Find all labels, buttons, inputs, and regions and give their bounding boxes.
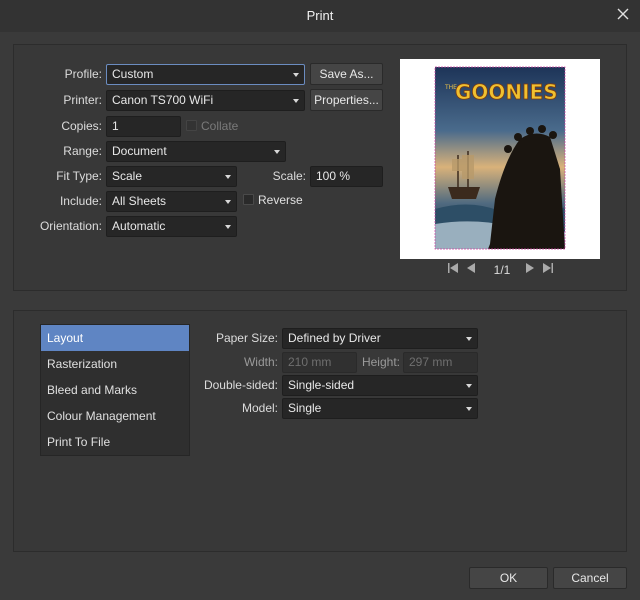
sidebar-item-colour-management[interactable]: Colour Management [41, 403, 189, 429]
width-input[interactable]: 210 mm [282, 352, 357, 373]
fit-type-value: Scale [112, 169, 143, 183]
height-label: Height: [361, 355, 400, 369]
chevron-down-icon [274, 150, 280, 154]
sidebar-item-print-to-file[interactable]: Print To File [41, 429, 189, 455]
last-page-icon[interactable] [541, 262, 555, 274]
options-category-list: Layout Rasterization Bleed and Marks Col… [40, 324, 190, 456]
model-dropdown[interactable]: Single [282, 398, 478, 419]
paper-size-label: Paper Size: [215, 331, 278, 345]
sidebar-item-bleed-and-marks[interactable]: Bleed and Marks [41, 377, 189, 403]
model-value: Single [288, 401, 322, 415]
ok-button[interactable]: OK [469, 567, 548, 589]
height-input[interactable]: 297 mm [403, 352, 478, 373]
orientation-value: Automatic [112, 219, 166, 233]
include-value: All Sheets [112, 194, 167, 208]
double-sided-value: Single-sided [288, 378, 355, 392]
previous-page-icon[interactable] [464, 262, 478, 274]
sidebar-item-rasterization[interactable]: Rasterization [41, 351, 189, 377]
chevron-down-icon [293, 73, 299, 77]
fit-type-label: Fit Type: [56, 169, 102, 183]
printer-label: Printer: [63, 93, 102, 107]
scale-input[interactable]: 100 % [310, 166, 383, 187]
double-sided-dropdown[interactable]: Single-sided [282, 375, 478, 396]
printer-dropdown[interactable]: Canon TS700 WiFi [106, 90, 305, 111]
chevron-down-icon [225, 200, 231, 204]
reverse-checkbox[interactable] [243, 194, 254, 205]
cancel-button[interactable]: Cancel [553, 567, 627, 589]
first-page-icon[interactable] [446, 262, 460, 274]
range-dropdown[interactable]: Document [106, 141, 286, 162]
chevron-down-icon [225, 175, 231, 179]
fit-type-dropdown[interactable]: Scale [106, 166, 237, 187]
copies-label: Copies: [61, 119, 102, 133]
printer-value: Canon TS700 WiFi [112, 93, 214, 107]
orientation-label: Orientation: [39, 219, 102, 233]
collate-checkbox[interactable] [186, 120, 197, 131]
reverse-label: Reverse [258, 193, 303, 207]
window-title: Print [306, 8, 334, 23]
title-bar: Print [0, 0, 640, 32]
double-sided-label: Double-sided: [203, 378, 278, 392]
chevron-down-icon [466, 407, 472, 411]
profile-value: Custom [112, 67, 154, 81]
sidebar-item-layout[interactable]: Layout [41, 325, 189, 351]
paper-size-dropdown[interactable]: Defined by Driver [282, 328, 478, 349]
range-value: Document [112, 144, 167, 158]
chevron-down-icon [466, 384, 472, 388]
model-label: Model: [241, 401, 278, 415]
profile-label: Profile: [64, 67, 102, 81]
scale-label: Scale: [272, 169, 306, 183]
poster-title: GOONIES [455, 80, 558, 104]
include-dropdown[interactable]: All Sheets [106, 191, 237, 212]
properties-button[interactable]: Properties... [310, 89, 383, 111]
copies-input[interactable]: 1 [106, 116, 181, 137]
include-label: Include: [59, 194, 102, 208]
save-as-button[interactable]: Save As... [310, 63, 383, 85]
print-preview: THE GOONIES [400, 59, 600, 259]
width-label: Width: [243, 355, 278, 369]
next-page-icon[interactable] [523, 262, 537, 274]
chevron-down-icon [293, 99, 299, 103]
orientation-dropdown[interactable]: Automatic [106, 216, 237, 237]
profile-dropdown[interactable]: Custom [106, 64, 305, 85]
paper-size-value: Defined by Driver [288, 331, 381, 345]
close-icon[interactable] [615, 6, 631, 22]
chevron-down-icon [466, 337, 472, 341]
collate-label: Collate [201, 119, 239, 133]
chevron-down-icon [225, 225, 231, 229]
preview-page-image: THE GOONIES [434, 66, 566, 250]
page-indicator: 1/1 [493, 263, 511, 277]
range-label: Range: [63, 144, 102, 158]
